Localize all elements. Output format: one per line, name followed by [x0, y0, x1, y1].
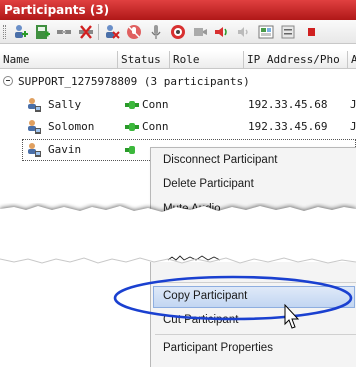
connected-status-icon — [125, 145, 139, 155]
delete-participant-icon[interactable] — [103, 23, 121, 41]
menu-item-participant-properties[interactable]: Participant Properties — [163, 342, 273, 354]
participant-ip: 192.33.45.69 — [248, 120, 328, 133]
participant-row[interactable]: Solomon Conn 192.33.45.69 J — [0, 116, 356, 138]
add-participant-icon[interactable] — [11, 23, 29, 41]
torn-break-graphic — [0, 205, 356, 264]
participant-icon — [26, 142, 42, 158]
participant-status: Conn — [142, 98, 169, 111]
participant-ip: 192.33.45.68 — [248, 98, 328, 111]
toolbar-grip[interactable] — [3, 25, 6, 39]
column-header-role[interactable]: Role — [170, 51, 244, 69]
menu-separator — [155, 334, 356, 335]
conference-video-icon[interactable] — [191, 23, 209, 41]
participant-name: Gavin — [48, 143, 82, 156]
participant-icon — [26, 97, 42, 113]
mute-audio-icon[interactable] — [125, 23, 143, 41]
toolbar-separator — [98, 24, 99, 40]
participant-alias: J — [350, 120, 356, 133]
column-header-alias[interactable]: Al — [348, 51, 356, 69]
menu-item-delete-participant[interactable]: Delete Participant — [163, 178, 254, 190]
participant-row[interactable]: Sally Conn 192.33.45.68 J — [0, 94, 356, 116]
block-video-icon[interactable] — [169, 23, 187, 41]
connected-status-icon — [125, 100, 139, 110]
toolbar — [0, 20, 356, 44]
collapse-toggle-icon[interactable] — [3, 76, 13, 86]
participant-name: Solomon — [48, 120, 95, 133]
speaker-volume-icon[interactable] — [213, 23, 231, 41]
participant-status: Conn — [142, 120, 169, 133]
connected-status-icon — [125, 122, 139, 132]
conference-group-row[interactable]: SUPPORT_1275978809 (3 participants) — [0, 73, 356, 91]
list-icon[interactable] — [279, 23, 297, 41]
group-label: SUPPORT_1275978809 (3 participants) — [18, 75, 250, 88]
menu-item-cut-participant[interactable]: Cut Participant — [163, 314, 238, 326]
address-book-icon[interactable] — [33, 23, 51, 41]
layout-icon[interactable] — [257, 23, 275, 41]
participant-alias: J — [350, 98, 356, 111]
microphone-icon[interactable] — [147, 23, 165, 41]
menu-item-disconnect-participant[interactable]: Disconnect Participant — [163, 154, 277, 166]
menu-separator — [155, 282, 356, 283]
menu-item-copy-participant[interactable]: Copy Participant — [163, 290, 247, 302]
connect-icon[interactable] — [55, 23, 73, 41]
participant-icon — [26, 119, 42, 135]
panel-title: Participants (3) — [0, 0, 356, 20]
column-header-ip-address[interactable]: IP Address/Pho — [244, 51, 348, 69]
participant-name: Sally — [48, 98, 82, 111]
column-header-status[interactable]: Status — [118, 51, 170, 69]
record-icon[interactable] — [301, 23, 319, 41]
disconnect-icon[interactable] — [77, 23, 95, 41]
volume-down-icon[interactable] — [235, 23, 253, 41]
column-header-name[interactable]: Name — [0, 51, 118, 69]
